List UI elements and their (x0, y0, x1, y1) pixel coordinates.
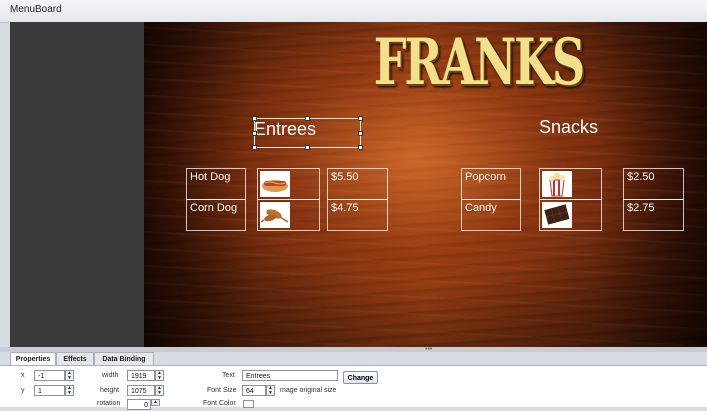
window-title: MenuBoard (10, 4, 62, 15)
rotation-stepper[interactable]: ▲ (151, 399, 160, 406)
candy-icon (542, 202, 572, 228)
corn-dog-icon (260, 202, 290, 228)
height-field[interactable]: 1075 (127, 385, 155, 396)
y-stepper[interactable]: ▲ ▼ (65, 385, 74, 396)
change-button[interactable]: Change (343, 371, 378, 384)
text-field[interactable]: Entrees (242, 370, 338, 381)
font-color-swatch[interactable] (243, 400, 254, 408)
font-size-stepper[interactable]: ▲ ▼ (266, 385, 275, 396)
resize-handle[interactable] (358, 131, 363, 136)
resize-handle[interactable] (305, 116, 310, 121)
y-field[interactable]: 1 (34, 385, 65, 396)
item-image-cell[interactable] (257, 199, 320, 231)
properties-tabbar: Properties Effects Data Binding (10, 352, 707, 366)
item-price-cell[interactable]: $2.50 (623, 168, 684, 200)
resize-handle[interactable] (358, 145, 363, 150)
resize-handle[interactable] (252, 116, 257, 121)
font-size-label: Font Size (207, 387, 237, 394)
item-image-cell[interactable] (257, 168, 320, 200)
window-titlebar: MenuBoard (0, 0, 707, 23)
tab-properties[interactable]: Properties (10, 352, 56, 366)
resize-handle[interactable] (252, 145, 257, 150)
item-price-cell[interactable]: $2.75 (623, 199, 684, 231)
resize-handle[interactable] (358, 116, 363, 121)
tab-data-binding[interactable]: Data Binding (94, 352, 154, 365)
item-image-cell[interactable] (539, 168, 602, 200)
height-label: height (100, 387, 120, 394)
rotation-field[interactable]: 0 (127, 399, 151, 410)
y-label: y (21, 387, 25, 394)
x-label: x (21, 372, 25, 379)
item-image-cell[interactable] (539, 199, 602, 231)
item-name-cell[interactable]: Candy (461, 199, 521, 231)
x-stepper[interactable]: ▲ ▼ (65, 370, 74, 381)
section-heading-snacks[interactable]: Snacks (539, 117, 598, 138)
tab-effects[interactable]: Effects (56, 352, 94, 365)
resize-handle[interactable] (252, 131, 257, 136)
height-stepper[interactable]: ▲ ▼ (155, 385, 164, 396)
font-size-field[interactable]: 64 (242, 385, 266, 396)
item-name-cell[interactable]: Hot Dog (186, 168, 246, 200)
menu-board-canvas[interactable]: FRANKS Entrees Snacks Hot Dog $5.50 Corn… (144, 22, 707, 347)
width-label: width (102, 372, 119, 379)
popcorn-icon (542, 171, 572, 197)
brand-title[interactable]: FRANKS (374, 28, 585, 98)
item-name-cell[interactable]: Popcorn (461, 168, 521, 200)
width-field[interactable]: 1919 (127, 370, 155, 381)
resize-handle[interactable] (305, 145, 310, 150)
selection-box[interactable] (252, 116, 363, 150)
item-name-cell[interactable]: Corn Dog (186, 199, 246, 231)
left-panel (10, 22, 144, 347)
x-field[interactable]: -1 (34, 370, 65, 381)
text-label: Text (222, 372, 235, 379)
image-size-note: mage original size (280, 387, 337, 394)
item-price-cell[interactable]: $4.75 (327, 199, 388, 231)
hot-dog-icon (260, 171, 290, 197)
width-stepper[interactable]: ▲ ▼ (155, 370, 164, 381)
item-price-cell[interactable]: $5.50 (327, 168, 388, 200)
